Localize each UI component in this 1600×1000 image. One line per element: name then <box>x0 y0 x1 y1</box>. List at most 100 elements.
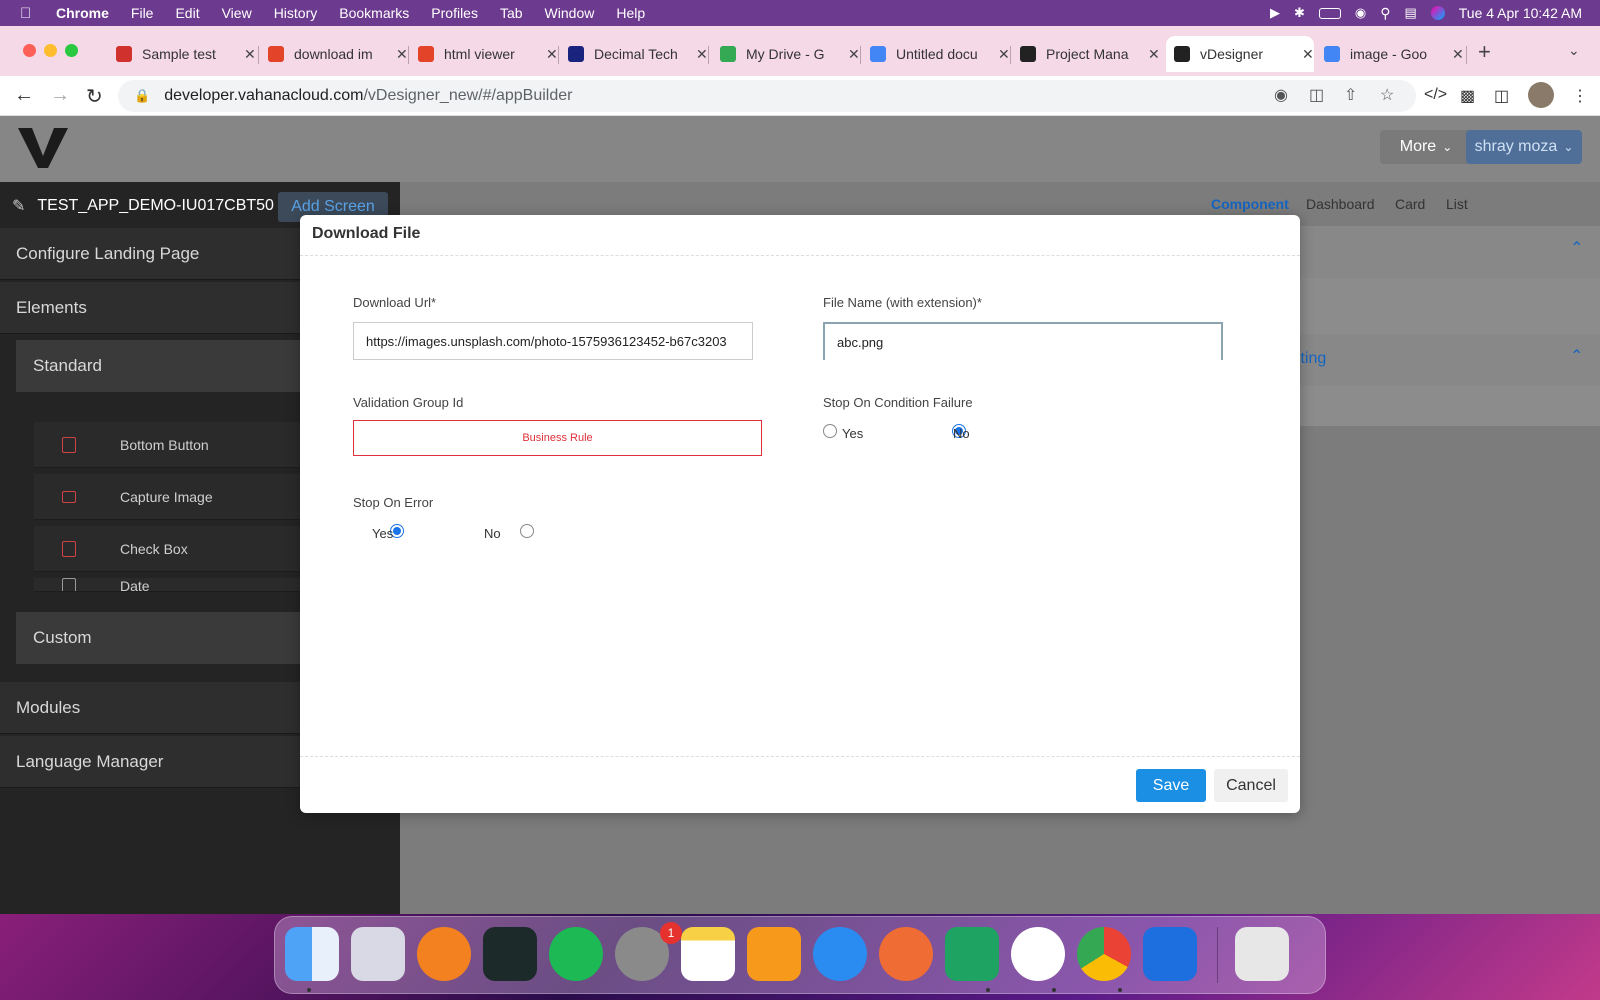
cancel-button[interactable]: Cancel <box>1214 769 1288 802</box>
browser-tab[interactable]: Project Mana ✕ <box>1012 36 1162 72</box>
close-tab-icon[interactable]: ✕ <box>1148 46 1160 63</box>
browser-tab-active[interactable]: vDesigner ✕ <box>1166 36 1314 72</box>
finder-icon[interactable] <box>285 927 339 981</box>
menu-clock[interactable]: Tue 4 Apr 10:42 AM <box>1459 5 1582 21</box>
chrome-menu-kebab-icon[interactable]: ⋮ <box>1572 86 1588 106</box>
wifi-icon[interactable]: ◉ <box>1355 5 1366 21</box>
lock-icon[interactable]: 🔒 <box>134 88 150 104</box>
element-label: Date <box>120 578 150 592</box>
dock-separator <box>1217 927 1218 983</box>
extensions-puzzle-icon[interactable]: ▩ <box>1460 86 1475 106</box>
tab-card[interactable]: Card <box>1395 196 1425 212</box>
cloudflare-warp-icon[interactable] <box>417 927 471 981</box>
close-tab-icon[interactable]: ✕ <box>1302 46 1314 63</box>
safari-icon[interactable] <box>813 927 867 981</box>
tab-search-chevron-icon[interactable]: ⌄ <box>1568 42 1580 59</box>
close-tab-icon[interactable]: ✕ <box>998 46 1010 63</box>
browser-tab[interactable]: Untitled docu ✕ <box>862 36 1012 72</box>
siri-icon[interactable] <box>1430 6 1445 20</box>
browser-tab[interactable]: Sample test ✕ <box>108 36 258 72</box>
chevron-up-icon[interactable]: ⌃ <box>1570 346 1583 366</box>
save-button[interactable]: Save <box>1136 769 1206 802</box>
download-url-input[interactable]: https://images.unsplash.com/photo-157593… <box>353 322 753 360</box>
properties-section-header[interactable] <box>1292 226 1600 278</box>
menu-help[interactable]: Help <box>616 5 645 21</box>
tab-title: Decimal Tech <box>594 46 678 62</box>
menu-tab[interactable]: Tab <box>500 5 523 21</box>
browser-tab[interactable]: image - Goo ✕ <box>1316 36 1466 72</box>
menu-app-name[interactable]: Chrome <box>56 5 109 21</box>
apple-menu-icon[interactable]:  <box>20 5 38 22</box>
notes-icon[interactable] <box>681 927 735 981</box>
menu-bookmarks[interactable]: Bookmarks <box>339 5 409 21</box>
more-menu-button[interactable]: More ⌄ <box>1380 130 1472 164</box>
postman-icon[interactable] <box>879 927 933 981</box>
menu-edit[interactable]: Edit <box>175 5 199 21</box>
side-panel-icon[interactable]: ◫ <box>1494 86 1509 106</box>
location-pin-icon[interactable]: ◉ <box>1274 85 1288 105</box>
control-center-icon[interactable]: ▤ <box>1404 5 1416 21</box>
running-app-indicator <box>986 988 990 992</box>
tab-component[interactable]: Component <box>1211 196 1289 212</box>
forward-arrow-icon[interactable]: → <box>50 84 70 107</box>
trash-icon[interactable] <box>1235 927 1289 981</box>
validation-group-label: Validation Group Id <box>353 395 464 410</box>
settings-section-header[interactable] <box>1292 334 1600 386</box>
spotlight-search-icon[interactable]: ⚲ <box>1380 5 1390 22</box>
tab-dashboard[interactable]: Dashboard <box>1306 196 1375 212</box>
edit-pencil-icon[interactable]: ✎ <box>12 196 25 216</box>
url-host: developer.vahanacloud.com <box>164 87 364 104</box>
close-tab-icon[interactable]: ✕ <box>696 46 708 63</box>
bookmark-star-icon[interactable]: ☆ <box>1380 85 1394 105</box>
browser-tab[interactable]: Decimal Tech ✕ <box>560 36 710 72</box>
android-studio-icon[interactable] <box>1011 927 1065 981</box>
close-tab-icon[interactable]: ✕ <box>848 46 860 63</box>
translate-icon[interactable]: ◫ <box>1309 85 1324 105</box>
battery-icon[interactable] <box>1318 7 1341 19</box>
chevron-up-icon[interactable]: ⌃ <box>1570 238 1583 258</box>
tab-title: Sample test <box>142 46 216 62</box>
launchpad-icon[interactable] <box>351 927 405 981</box>
activity-monitor-icon[interactable] <box>483 927 537 981</box>
close-tab-icon[interactable]: ✕ <box>1452 46 1464 63</box>
close-tab-icon[interactable]: ✕ <box>244 46 256 63</box>
system-settings-badge: 1 <box>660 922 682 944</box>
back-arrow-icon[interactable]: ← <box>14 84 34 107</box>
chrome-icon[interactable] <box>1077 927 1131 981</box>
new-tab-plus-icon[interactable]: + <box>1478 39 1491 65</box>
dialog-footer-divider <box>300 756 1300 757</box>
play-icon[interactable]: ▶ <box>1270 5 1280 21</box>
menu-profiles[interactable]: Profiles <box>431 5 478 21</box>
close-tab-icon[interactable]: ✕ <box>396 46 408 63</box>
close-tab-icon[interactable]: ✕ <box>546 46 558 63</box>
menu-view[interactable]: View <box>222 5 252 21</box>
user-menu-button[interactable]: shray moza ⌄ <box>1466 130 1582 164</box>
tab-title: Project Mana <box>1046 46 1129 62</box>
browser-tab[interactable]: download im ✕ <box>260 36 410 72</box>
vahana-logo-icon[interactable] <box>18 126 68 170</box>
url-omnibox[interactable]: 🔒 developer.vahanacloud.com/vDesigner_ne… <box>118 80 1416 112</box>
stop-on-error-no-radio[interactable] <box>520 524 535 538</box>
zoom-window-button[interactable] <box>65 44 78 57</box>
share-icon[interactable]: ⇧ <box>1344 85 1357 105</box>
xcode-icon[interactable] <box>1143 927 1197 981</box>
stop-on-condition-yes-radio[interactable] <box>823 424 837 438</box>
menu-history[interactable]: History <box>274 5 318 21</box>
bluetooth-icon[interactable]: ✱ <box>1294 5 1305 21</box>
browser-tab[interactable]: My Drive - G ✕ <box>712 36 862 72</box>
menu-file[interactable]: File <box>131 5 154 21</box>
google-chat-icon[interactable] <box>945 927 999 981</box>
devtools-code-icon[interactable]: </> <box>1424 86 1447 104</box>
profile-avatar[interactable] <box>1528 82 1554 108</box>
spotify-icon[interactable] <box>549 927 603 981</box>
pages-icon[interactable] <box>747 927 801 981</box>
menu-window[interactable]: Window <box>545 5 595 21</box>
browser-tab[interactable]: html viewer ✕ <box>410 36 560 72</box>
file-name-input[interactable]: abc.png <box>823 322 1223 360</box>
minimize-window-button[interactable] <box>44 44 57 57</box>
close-window-button[interactable] <box>23 44 36 57</box>
stop-on-condition-yes-label: Yes <box>842 426 864 441</box>
tab-list[interactable]: List <box>1446 196 1468 212</box>
reload-icon[interactable]: ↻ <box>86 84 103 109</box>
validation-group-field[interactable]: Business Rule <box>353 420 762 456</box>
